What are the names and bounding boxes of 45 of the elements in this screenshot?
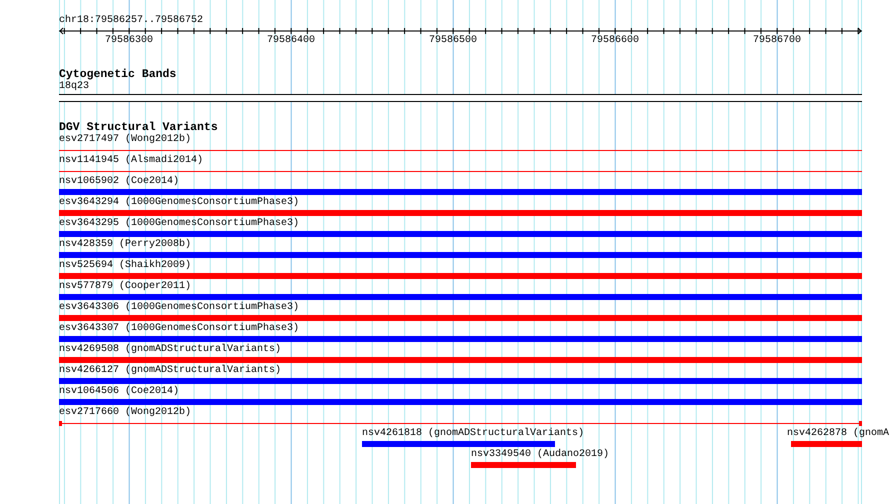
variant-label: nsv525694 (Shaikh2009) [59,260,192,272]
variant-label: esv3643306 (1000GenomesConsortiumPhase3) [59,302,300,314]
variant-label: nsv4266127 (gnomADStructuralVariants) [59,365,282,377]
line-end-cap [859,421,862,426]
location-label: chr18:79586257..79586752 [59,15,204,27]
variant-label: esv3643307 (1000GenomesConsortiumPhase3) [59,323,300,335]
variant-bar[interactable] [59,252,862,258]
variant-label: nsv428359 (Perry2008b) [59,239,192,251]
variant-bar[interactable] [59,399,862,405]
variant-bar[interactable] [791,441,862,447]
variant-bar[interactable] [59,210,862,216]
variant-label: esv3643295 (1000GenomesConsortiumPhase3) [59,218,300,230]
variant-label: esv2717497 (Wong2012b) [59,134,192,146]
line-end-cap [59,421,62,426]
tick-label: 79586500 [429,35,477,47]
variant-line[interactable] [59,150,862,151]
tick-label: 79586300 [105,35,153,47]
variant-label: nsv577879 (Cooper2011) [59,281,192,293]
variant-label: nsv4262878 (gnomA [787,428,890,440]
tick-label: 79586700 [753,35,801,47]
variant-label: nsv1065902 (Coe2014) [59,176,180,188]
variant-bar[interactable] [59,294,862,300]
variant-bar[interactable] [59,357,862,363]
variant-bar[interactable] [59,315,862,321]
variant-label: nsv3349540 (Audano2019) [471,449,610,461]
variant-label: nsv4269508 (gnomADStructuralVariants) [59,344,282,356]
band-label: 18q23 [59,81,90,93]
variant-bar[interactable] [59,189,862,195]
variant-bar[interactable] [59,378,862,384]
variant-label: nsv4261818 (gnomADStructuralVariants) [362,428,584,440]
variant-label: esv2717660 (Wong2012b) [59,407,192,419]
variant-bar[interactable] [471,462,576,468]
variant-line[interactable] [59,171,862,172]
variant-label: esv3643294 (1000GenomesConsortiumPhase3) [59,197,300,209]
track-title: Cytogenetic Bands [59,69,176,81]
variant-bar[interactable] [59,231,862,237]
variant-bar[interactable] [59,336,862,342]
variant-bar[interactable] [362,441,555,447]
tick-label: 79586600 [591,35,639,47]
tick-label: 79586400 [267,35,315,47]
variant-label: nsv1064506 (Coe2014) [59,386,180,398]
variant-bar[interactable] [59,273,862,279]
variant-label: nsv1141945 (Alsmadi2014) [59,155,204,167]
variant-line[interactable] [59,423,862,424]
track-title: DGV Structural Variants [59,122,218,134]
